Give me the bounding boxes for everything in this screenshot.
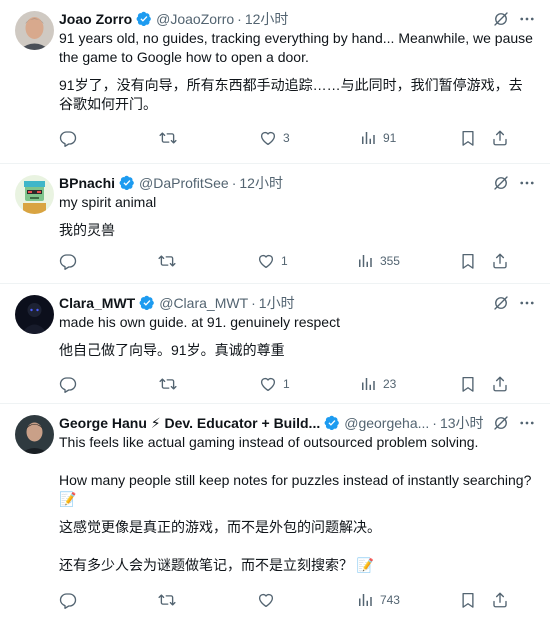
reply-icon (59, 252, 77, 270)
reply-button[interactable] (59, 591, 99, 609)
separator-dot: · (251, 295, 256, 311)
avatar[interactable] (15, 295, 54, 334)
like-count: 1 (280, 254, 288, 268)
separator-dot: · (237, 11, 242, 27)
views-icon (359, 375, 377, 393)
more-icon[interactable] (518, 10, 536, 28)
grok-icon[interactable] (492, 414, 510, 432)
reply-icon (59, 591, 77, 609)
author-name[interactable]: BPnachi (59, 175, 115, 191)
share-icon (491, 375, 509, 393)
like-button[interactable]: 1 (259, 375, 299, 393)
tweet[interactable]: BPnachi @DaProfitSee · 12小时 my spirit an… (0, 164, 550, 284)
tweet[interactable]: George Hanu ⚡ Dev. Educator + Build... @… (0, 404, 550, 622)
views-button[interactable]: 355 (356, 252, 400, 270)
tweet[interactable]: Joao Zorro @JoaoZorro · 12小时 91 years ol… (0, 0, 550, 164)
bookmark-icon (459, 129, 477, 147)
avatar[interactable] (15, 11, 54, 50)
author-handle[interactable]: @DaProfitSee (139, 175, 229, 191)
reply-button[interactable] (59, 375, 99, 393)
like-icon (259, 375, 277, 393)
avatar[interactable] (15, 175, 54, 214)
retweet-button[interactable] (158, 591, 198, 609)
author-handle[interactable]: @Clara_MWT (159, 295, 248, 311)
retweet-button[interactable] (159, 129, 199, 147)
like-icon (259, 129, 277, 147)
grok-icon[interactable] (492, 10, 510, 28)
tweet-text: made his own guide. at 91. genuinely res… (59, 314, 340, 330)
author-name[interactable]: George Hanu ⚡ Dev. Educator + Build... (59, 415, 320, 432)
timestamp[interactable]: 1小时 (259, 293, 295, 313)
author-name[interactable]: Clara_MWT (59, 295, 135, 311)
share-button[interactable] (491, 129, 509, 147)
view-count: 23 (383, 377, 397, 391)
separator-dot: · (432, 415, 437, 431)
tweet-translation: 我的灵兽 (59, 222, 115, 238)
retweet-button[interactable] (158, 252, 198, 270)
retweet-icon (158, 591, 176, 609)
tweet-text: my spirit animal (59, 194, 157, 210)
timestamp[interactable]: 12小时 (245, 9, 289, 29)
more-icon[interactable] (518, 414, 536, 432)
reply-icon (59, 375, 77, 393)
bookmark-icon (459, 252, 477, 270)
separator-dot: · (231, 175, 237, 191)
view-count: 91 (383, 131, 397, 145)
timestamp[interactable]: 13小时 (440, 413, 484, 433)
like-count: 1 (283, 377, 290, 391)
like-button[interactable]: 1 (257, 252, 297, 270)
verified-badge-icon (119, 175, 135, 191)
avatar[interactable] (15, 415, 54, 454)
tweet[interactable]: Clara_MWT @Clara_MWT · 1小时 made his own … (0, 284, 550, 404)
tweet-text: 91 years old, no guides, tracking everyt… (59, 30, 537, 65)
verified-badge-icon (324, 415, 340, 431)
bookmark-icon (459, 591, 477, 609)
views-button[interactable]: 23 (359, 375, 399, 393)
retweet-icon (159, 129, 177, 147)
views-button[interactable]: 91 (359, 129, 399, 147)
views-button[interactable]: 743 (356, 591, 400, 609)
views-icon (356, 252, 374, 270)
tweet-translation: 他自己做了向导。91岁。真诚的尊重 (59, 342, 285, 358)
share-button[interactable] (491, 591, 509, 609)
bookmark-icon (459, 375, 477, 393)
like-count: 3 (283, 131, 290, 145)
more-icon[interactable] (518, 294, 536, 312)
share-icon (491, 252, 509, 270)
grok-icon[interactable] (492, 294, 510, 312)
like-icon (257, 591, 275, 609)
tweet-translation: 91岁了，没有向导，所有东西都手动追踪……与此同时，我们暂停游戏，去谷歌如何开门… (59, 77, 523, 112)
author-handle[interactable]: @JoaoZorro (156, 11, 234, 27)
like-button[interactable]: 3 (259, 129, 299, 147)
timestamp[interactable]: 12小时 (239, 173, 283, 193)
like-icon (257, 252, 275, 270)
bookmark-button[interactable] (459, 129, 477, 147)
view-count: 743 (379, 593, 400, 607)
bookmark-button[interactable] (459, 375, 477, 393)
reply-button[interactable] (59, 129, 99, 147)
retweet-icon (158, 252, 176, 270)
like-button[interactable] (257, 591, 297, 609)
bookmark-button[interactable] (459, 591, 477, 609)
reply-icon (59, 129, 77, 147)
more-icon[interactable] (518, 174, 536, 192)
grok-icon[interactable] (492, 174, 510, 192)
author-name[interactable]: Joao Zorro (59, 11, 132, 27)
verified-badge-icon (136, 11, 152, 27)
retweet-icon (159, 375, 177, 393)
share-button[interactable] (491, 252, 509, 270)
reply-button[interactable] (59, 252, 99, 270)
share-button[interactable] (491, 375, 509, 393)
bookmark-button[interactable] (459, 252, 477, 270)
views-icon (359, 129, 377, 147)
view-count: 355 (379, 254, 400, 268)
tweet-translation: 这感觉更像是真正的游戏，而不是外包的问题解决。 还有多少人会为谜题做笔记，而不是… (59, 519, 381, 573)
verified-badge-icon (139, 295, 155, 311)
share-icon (491, 129, 509, 147)
author-handle[interactable]: @georgeha... (344, 415, 429, 431)
tweet-text: This feels like actual gaming instead of… (59, 434, 532, 507)
retweet-button[interactable] (159, 375, 199, 393)
views-icon (356, 591, 374, 609)
share-icon (491, 591, 509, 609)
